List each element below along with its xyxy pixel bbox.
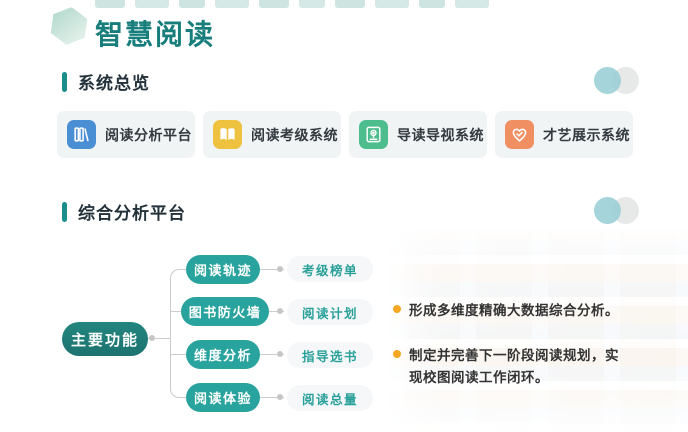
connector-dot <box>277 266 283 272</box>
output-node: 阅读计划 <box>287 299 373 325</box>
connector-dot <box>277 394 283 400</box>
output-node: 指导选书 <box>287 342 373 368</box>
smart-reading-page: 智慧阅读 系统总览 阅读分析平台 阅读考级系统 <box>0 0 688 432</box>
connector-dot <box>277 351 283 357</box>
branch-connector <box>170 338 186 398</box>
bullet-dot-icon <box>393 350 401 358</box>
note-text: 形成多维度精确大数据综合分析。 <box>409 300 627 322</box>
note-item: 形成多维度精确大数据综合分析。 <box>393 300 641 322</box>
feature-node: 阅读体验 <box>186 383 260 412</box>
feature-node: 图书防火墙 <box>181 297 269 326</box>
connector-dot <box>277 308 283 314</box>
branch-connector <box>170 354 186 355</box>
bullet-dot-icon <box>393 305 401 313</box>
note-text: 制定并完善下一阶段阅读规划，实现校图阅读工作闭环。 <box>409 345 627 390</box>
root-node-main-functions: 主要功能 <box>62 322 148 356</box>
output-node: 阅读总量 <box>287 385 373 411</box>
feature-node: 维度分析 <box>186 340 260 369</box>
feature-node: 阅读轨迹 <box>186 255 260 284</box>
main-functions-diagram: 主要功能 阅读轨迹 图书防火墙 维度分析 阅读体验 考级榜单 阅读计划 指导选书… <box>0 0 688 432</box>
note-item: 制定并完善下一阶段阅读规划，实现校图阅读工作闭环。 <box>393 345 641 390</box>
connector-dot <box>149 335 155 341</box>
output-node: 考级榜单 <box>287 256 373 282</box>
